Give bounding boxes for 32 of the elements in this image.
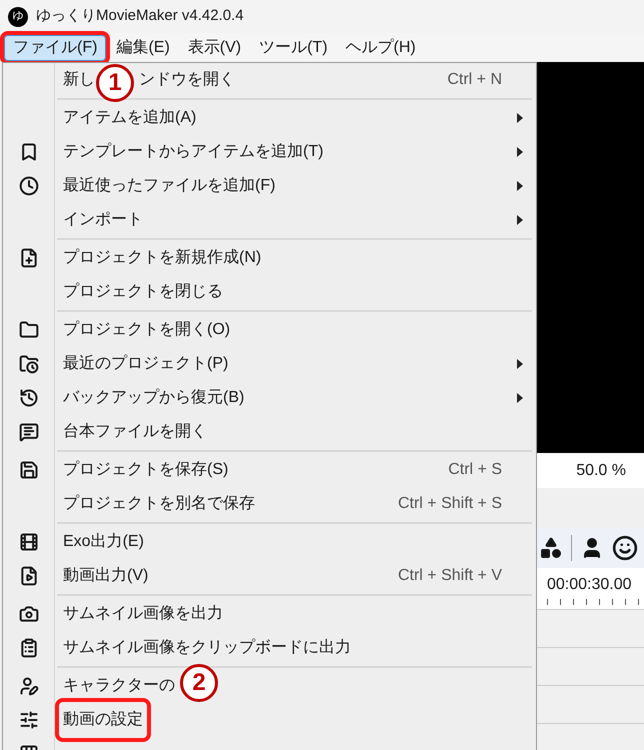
menu-tab[interactable]: 編集(E) bbox=[108, 34, 178, 60]
menu-item-label[interactable]: 最近使ったファイルを追加(F) bbox=[63, 174, 276, 198]
shortcut-text: Ctrl + Shift + V bbox=[398, 566, 502, 586]
menu-item-label[interactable]: 動画出力(V) bbox=[63, 564, 148, 588]
menu-item-label[interactable]: インポート bbox=[63, 208, 143, 232]
menu-item-label[interactable]: プロジェクトを開く(O) bbox=[63, 318, 230, 342]
menu-item-label[interactable]: Exo出力(E) bbox=[63, 530, 144, 554]
shortcut-text: Ctrl + N bbox=[447, 70, 502, 90]
menu-item-label[interactable]: 新し bbox=[63, 68, 95, 92]
menu-item-label: ンドウを開く bbox=[139, 70, 235, 90]
menu-item-label[interactable]: 最近のプロジェクト(P) bbox=[63, 352, 228, 376]
menu-item-label[interactable]: テンプレートからアイテムを追加(T) bbox=[63, 140, 324, 164]
menu-item-label[interactable]: アイテムを追加(A) bbox=[63, 106, 196, 130]
shortcut-text: Ctrl + S bbox=[448, 460, 502, 480]
menu-item-label[interactable]: サムネイル画像をクリップボードに出力 bbox=[63, 636, 351, 660]
shortcut-text: Ctrl + Shift + S bbox=[398, 494, 502, 514]
menu-item-label[interactable]: プロジェクトを別名で保存 bbox=[63, 492, 255, 516]
menu-tab[interactable]: ヘルプ(H) bbox=[338, 34, 424, 60]
app-icon: ゆ bbox=[8, 6, 28, 26]
menu-item-label[interactable]: 台本ファイルを開く bbox=[63, 420, 207, 444]
menu-item-label[interactable]: プロジェクトを新規作成(N) bbox=[63, 246, 262, 270]
menu-item-label[interactable]: プロジェクトを閉じる bbox=[63, 280, 223, 304]
menu-item-label[interactable]: 動画の設定 bbox=[63, 708, 143, 732]
timecode-text: 00:00:30.00 bbox=[547, 574, 633, 594]
menu-item-label[interactable]: プロジェクトを保存(S) bbox=[63, 458, 228, 482]
menu-item-label[interactable]: キャラクターの bbox=[63, 674, 175, 698]
menu-item-label[interactable]: サムネイル画像を出力 bbox=[63, 602, 223, 626]
window-title: ゆっくりMovieMaker v4.42.0.4 bbox=[36, 6, 244, 26]
menu-tab[interactable]: ツール(T) bbox=[251, 34, 336, 60]
menu-tab[interactable]: 表示(V) bbox=[180, 34, 250, 60]
zoom-text: 50.0 % bbox=[576, 460, 626, 480]
menu-item-label[interactable]: バックアップから復元(B) bbox=[63, 386, 244, 410]
